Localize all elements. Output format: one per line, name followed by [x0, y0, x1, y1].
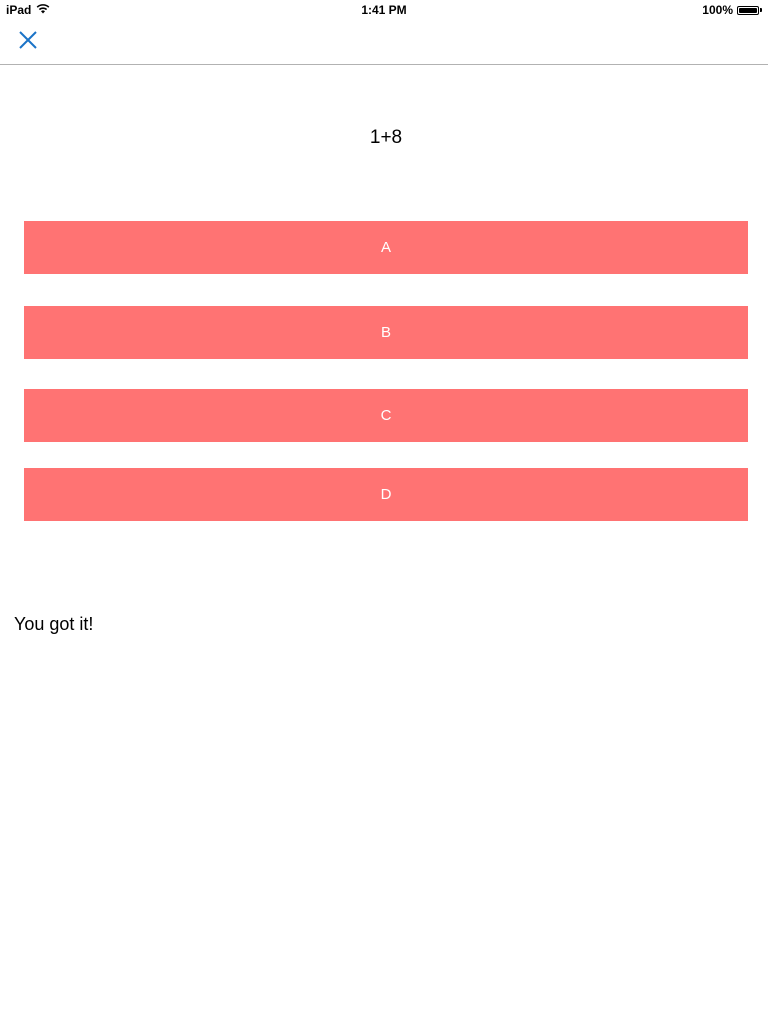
- answer-button-c[interactable]: C: [24, 389, 748, 442]
- battery-tip: [760, 8, 762, 12]
- status-time: 1:41 PM: [361, 3, 407, 17]
- answer-label: B: [380, 324, 391, 341]
- close-button[interactable]: [14, 28, 42, 56]
- status-right: 100%: [702, 3, 762, 17]
- battery-icon: [737, 5, 759, 15]
- battery-percent: 100%: [702, 3, 733, 17]
- feedback-text: You got it!: [14, 614, 94, 634]
- navigation-bar: [0, 20, 768, 65]
- close-icon: [18, 30, 38, 55]
- answer-label: C: [380, 407, 392, 424]
- answer-label: D: [380, 486, 392, 503]
- answer-button-a[interactable]: A: [24, 221, 748, 274]
- answer-button-b[interactable]: B: [24, 306, 748, 359]
- question-text: 1+8: [369, 127, 403, 148]
- status-bar: iPad 1:41 PM 100%: [0, 0, 768, 20]
- answer-button-d[interactable]: D: [24, 468, 748, 521]
- answer-label: A: [380, 239, 391, 256]
